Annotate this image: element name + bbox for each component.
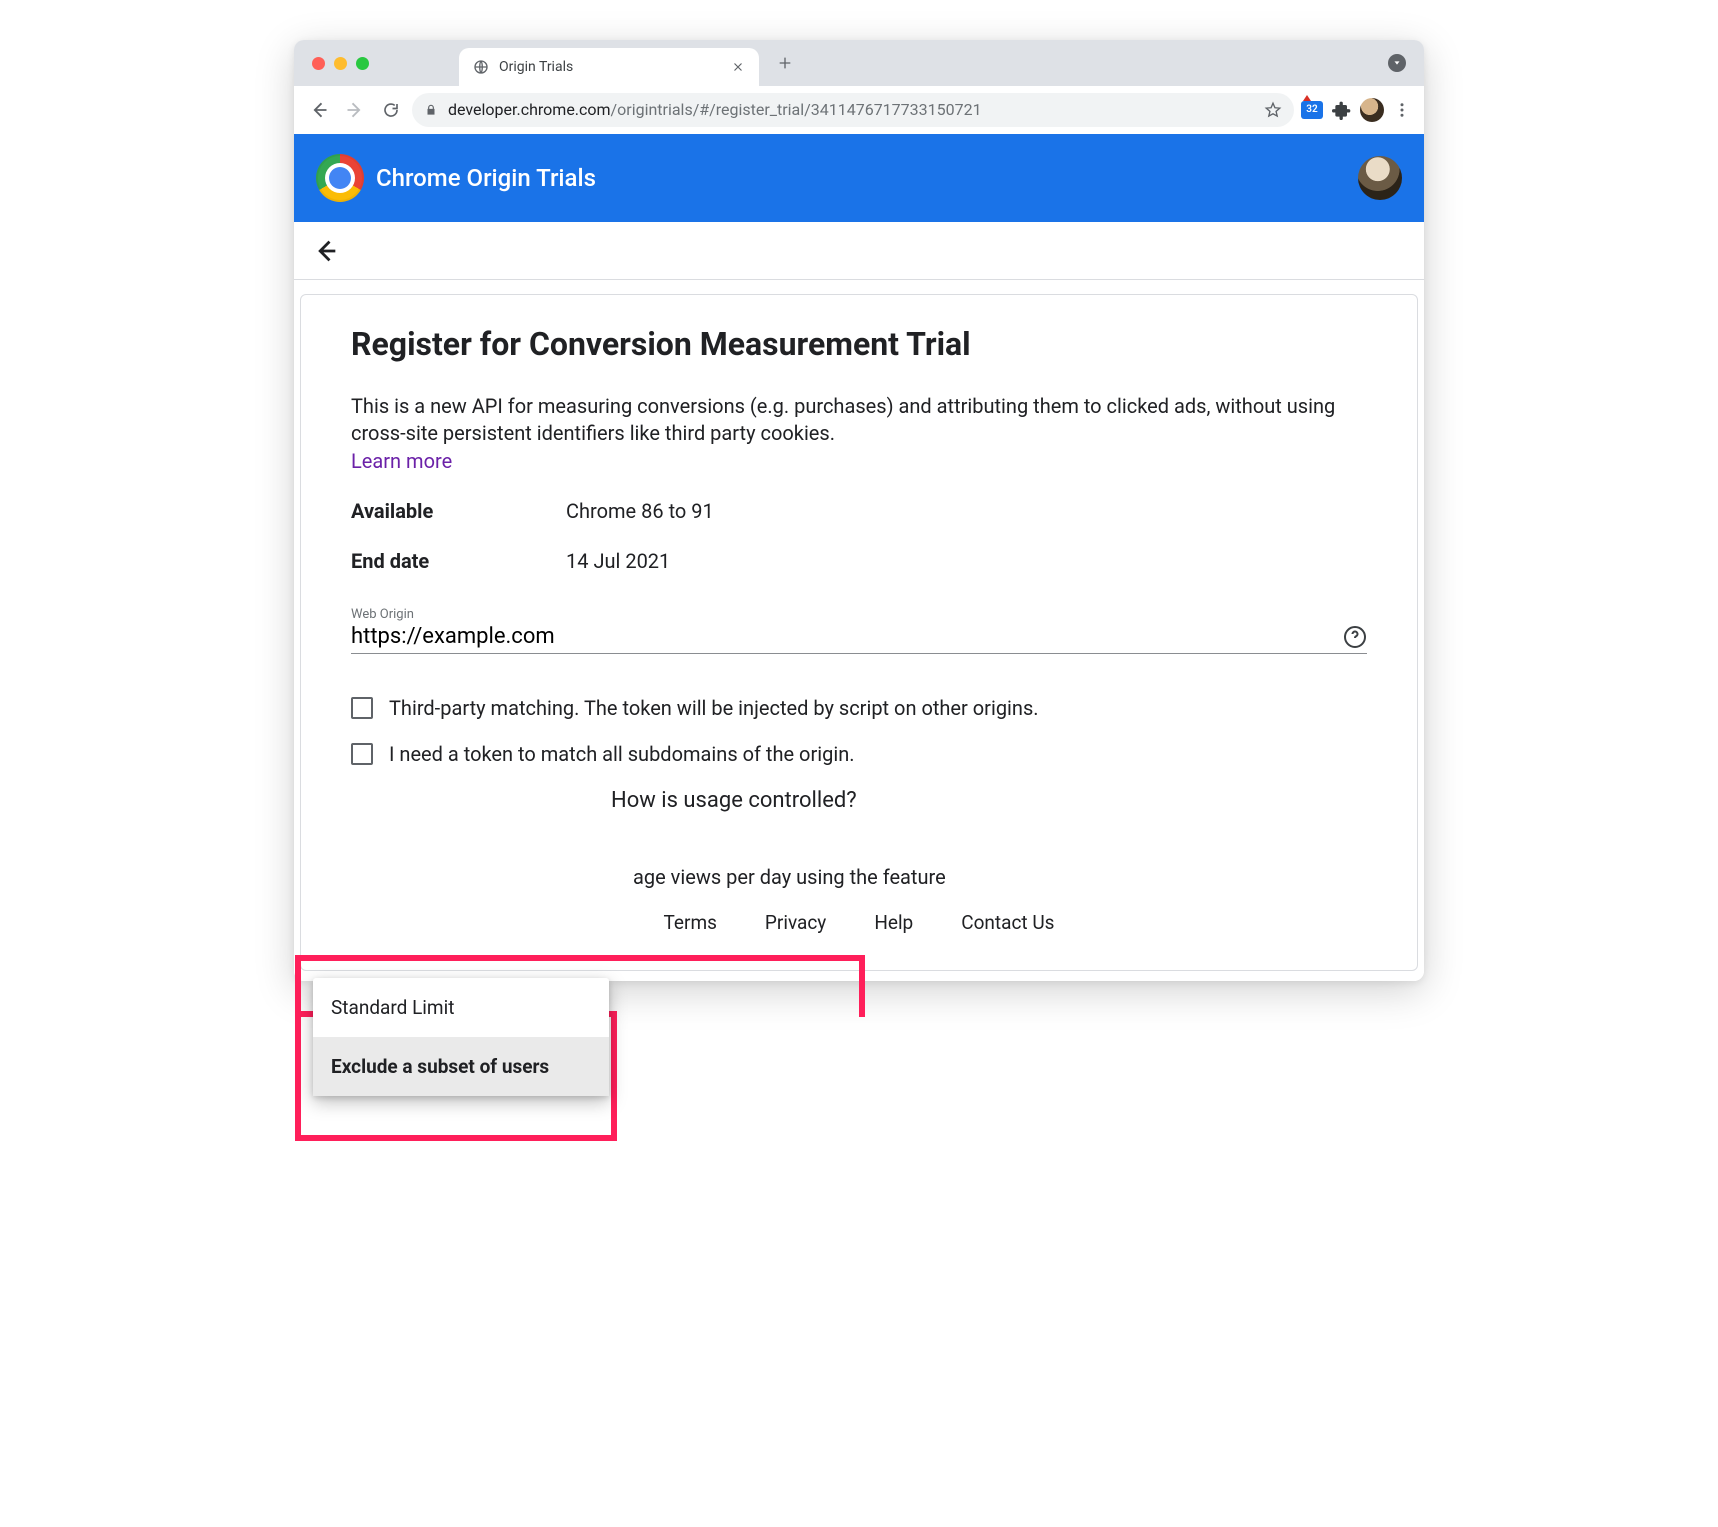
address-bar[interactable]: developer.chrome.com/origintrials/#/regi… bbox=[412, 93, 1294, 127]
page-subheader bbox=[294, 222, 1424, 280]
end-date-value: 14 Jul 2021 bbox=[566, 549, 670, 573]
checkbox-icon[interactable] bbox=[351, 743, 373, 765]
close-tab-icon[interactable] bbox=[731, 60, 745, 74]
footer-contact-link[interactable]: Contact Us bbox=[961, 911, 1054, 934]
app-header: Chrome Origin Trials bbox=[294, 134, 1424, 222]
available-label: Available bbox=[351, 499, 566, 523]
nav-forward-button bbox=[340, 95, 370, 125]
profile-avatar-small[interactable] bbox=[1360, 98, 1384, 122]
browser-tab[interactable]: Origin Trials bbox=[459, 48, 759, 86]
reload-button[interactable] bbox=[376, 95, 406, 125]
registration-card: Register for Conversion Measurement Tria… bbox=[300, 294, 1418, 971]
footer-help-link[interactable]: Help bbox=[874, 911, 913, 934]
app-title: Chrome Origin Trials bbox=[376, 164, 596, 192]
footer-links: Terms Privacy Help Contact Us bbox=[351, 889, 1367, 940]
tab-title: Origin Trials bbox=[499, 59, 721, 75]
user-avatar[interactable] bbox=[1358, 156, 1402, 200]
globe-icon bbox=[473, 59, 489, 75]
help-icon[interactable] bbox=[1343, 625, 1367, 649]
subdomains-checkbox-row[interactable]: I need a token to match all subdomains o… bbox=[351, 742, 1367, 766]
tab-strip: Origin Trials bbox=[294, 40, 1424, 86]
page-back-icon[interactable] bbox=[312, 237, 340, 265]
web-origin-input[interactable] bbox=[351, 624, 1343, 649]
checkbox-icon[interactable] bbox=[351, 697, 373, 719]
window-close-icon[interactable] bbox=[312, 57, 325, 70]
traffic-lights bbox=[312, 57, 369, 70]
lock-icon bbox=[424, 103, 438, 117]
usage-description-suffix: age views per day using the feature bbox=[633, 865, 1367, 889]
end-date-label: End date bbox=[351, 549, 566, 573]
third-party-label: Third-party matching. The token will be … bbox=[389, 696, 1039, 720]
available-value: Chrome 86 to 91 bbox=[566, 499, 714, 523]
chrome-menu-icon[interactable] bbox=[1390, 98, 1414, 122]
usage-restrictions-dropdown[interactable]: Standard Limit Exclude a subset of users bbox=[313, 978, 609, 1096]
footer-privacy-link[interactable]: Privacy bbox=[765, 911, 826, 934]
extension-badge[interactable]: 32 bbox=[1300, 98, 1324, 122]
tab-search-icon[interactable] bbox=[1388, 54, 1406, 72]
card-wrapper: Register for Conversion Measurement Tria… bbox=[294, 280, 1424, 971]
footer-terms-link[interactable]: Terms bbox=[664, 911, 717, 934]
subdomains-label: I need a token to match all subdomains o… bbox=[389, 742, 855, 766]
web-origin-label: Web Origin bbox=[351, 607, 1367, 622]
browser-window: Origin Trials developer.chrome.com bbox=[294, 40, 1424, 981]
page-title: Register for Conversion Measurement Tria… bbox=[351, 325, 1367, 363]
extensions-puzzle-icon[interactable] bbox=[1330, 98, 1354, 122]
usage-question: How is usage controlled? bbox=[611, 788, 1367, 813]
window-minimize-icon[interactable] bbox=[334, 57, 347, 70]
new-tab-icon[interactable] bbox=[777, 55, 793, 71]
third-party-checkbox-row[interactable]: Third-party matching. The token will be … bbox=[351, 696, 1367, 720]
chrome-logo-icon bbox=[316, 154, 364, 202]
learn-more-link[interactable]: Learn more bbox=[351, 449, 452, 473]
dropdown-option-exclude-subset[interactable]: Exclude a subset of users bbox=[313, 1037, 609, 1096]
url-text: developer.chrome.com/origintrials/#/regi… bbox=[448, 100, 1254, 119]
bookmark-star-icon[interactable] bbox=[1264, 101, 1282, 119]
window-zoom-icon[interactable] bbox=[356, 57, 369, 70]
dropdown-option-standard-limit[interactable]: Standard Limit bbox=[313, 978, 609, 1037]
browser-toolbar: developer.chrome.com/origintrials/#/regi… bbox=[294, 86, 1424, 134]
trial-description: This is a new API for measuring conversi… bbox=[351, 393, 1367, 447]
nav-back-button[interactable] bbox=[304, 95, 334, 125]
